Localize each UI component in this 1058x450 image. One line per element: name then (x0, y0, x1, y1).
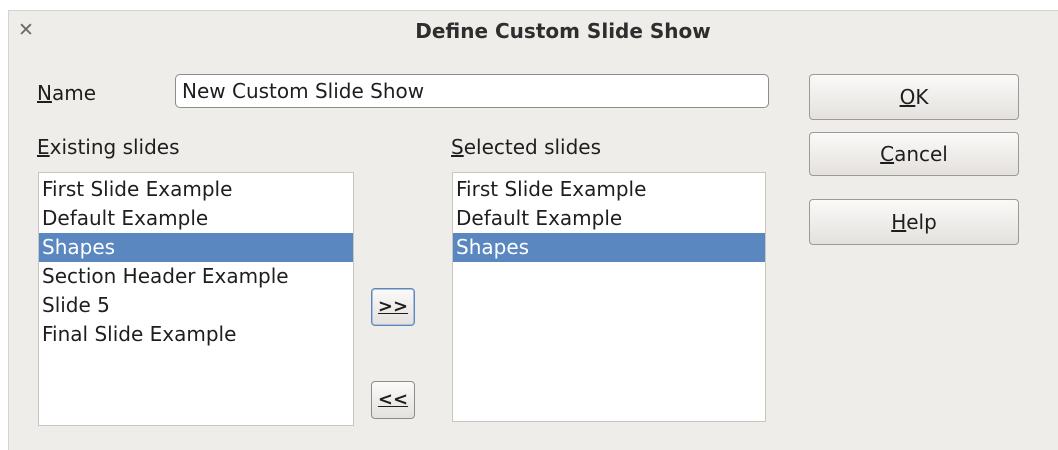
cancel-button[interactable]: Cancel (809, 132, 1019, 176)
name-label-rest: ame (51, 81, 97, 105)
list-item[interactable]: Shapes (453, 233, 765, 262)
existing-slides-label-accel: E (37, 135, 50, 159)
ok-button-accel: O (899, 85, 916, 109)
remove-slide-button[interactable]: << (371, 381, 415, 419)
list-item[interactable]: First Slide Example (39, 175, 353, 204)
name-label-accel: N (37, 81, 52, 105)
existing-slides-list[interactable]: First Slide Example Default Example Shapes… (38, 172, 354, 426)
list-item[interactable]: Section Header Example (39, 262, 353, 291)
custom-slide-show-dialog: ✕ Define Custom Slide Show Name New Cust… (8, 10, 1058, 450)
selected-slides-label-rest: elected slides (463, 135, 602, 159)
list-item[interactable]: Shapes (39, 233, 353, 262)
list-item[interactable]: First Slide Example (453, 175, 765, 204)
list-item[interactable]: Slide 5 (39, 291, 353, 320)
list-item[interactable]: Final Slide Example (39, 320, 353, 349)
help-button-accel: H (891, 210, 907, 234)
existing-slides-label: Existing slides (37, 135, 180, 159)
name-input[interactable]: New Custom Slide Show (175, 74, 769, 108)
dialog-title: Define Custom Slide Show (415, 19, 711, 43)
selected-slides-label-accel: S (451, 135, 464, 159)
help-button[interactable]: Help (809, 199, 1019, 245)
cancel-button-accel: C (880, 142, 895, 166)
name-label: Name (37, 81, 96, 105)
add-slide-button-label: >> (377, 296, 409, 317)
cancel-button-rest: ancel (894, 142, 948, 166)
existing-slides-label-rest: xisting slides (49, 135, 180, 159)
add-slide-button[interactable]: >> (371, 288, 415, 326)
list-item[interactable]: Default Example (39, 204, 353, 233)
help-button-rest: elp (906, 210, 937, 234)
selected-slides-list[interactable]: First Slide Example Default Example Shapes (452, 172, 766, 422)
list-item[interactable]: Default Example (453, 204, 765, 233)
title-bar: ✕ Define Custom Slide Show (9, 11, 1058, 53)
ok-button[interactable]: OK (809, 74, 1019, 120)
selected-slides-label: Selected slides (451, 135, 601, 159)
remove-slide-button-label: << (377, 389, 409, 410)
ok-button-rest: K (915, 85, 929, 109)
